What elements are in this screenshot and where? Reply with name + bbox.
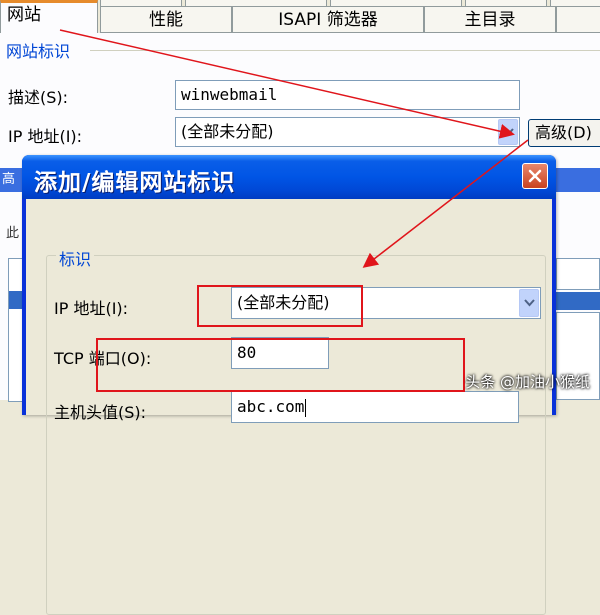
group-divider bbox=[90, 50, 600, 51]
dialog-title: 添加/编辑网站标识 bbox=[34, 170, 236, 196]
advanced-button[interactable]: 高级(D) bbox=[528, 119, 600, 147]
close-button[interactable] bbox=[522, 163, 548, 189]
description-input[interactable]: winwebmail bbox=[175, 80, 520, 110]
watermark: 头条 @加油小猴纸 bbox=[465, 373, 590, 391]
background-list-selected bbox=[9, 291, 23, 309]
close-icon bbox=[528, 169, 542, 183]
background-label: 此 bbox=[6, 226, 20, 241]
dialog-titlebar[interactable]: 添加/编辑网站标识 bbox=[22, 155, 556, 199]
tab-strip: 网站 性能 ISAPI 筛选器 主目录 bbox=[0, 0, 600, 36]
tab-website[interactable]: 网站 bbox=[0, 0, 98, 34]
dialog-ip-value: (全部未分配) bbox=[237, 293, 330, 312]
chevron-down-icon[interactable] bbox=[519, 289, 539, 317]
description-label: 描述(S): bbox=[8, 88, 69, 107]
ip-address-value: (全部未分配) bbox=[181, 122, 274, 141]
background-right-titlebar bbox=[556, 168, 600, 192]
site-identity-group-title: 网站标识 bbox=[6, 42, 71, 61]
ip-address-select[interactable]: (全部未分配) bbox=[175, 117, 520, 147]
background-right-field[interactable] bbox=[556, 258, 600, 290]
text-cursor bbox=[305, 398, 307, 417]
host-header-input[interactable]: abc.com bbox=[231, 391, 519, 423]
dialog-ip-label: IP 地址(I): bbox=[54, 299, 129, 318]
tcp-port-label: TCP 端口(O): bbox=[54, 349, 152, 368]
background-window-titlebar: 高 bbox=[0, 168, 22, 192]
dialog-ip-select[interactable]: (全部未分配) bbox=[231, 287, 541, 319]
background-right-selected bbox=[556, 292, 600, 310]
host-header-label: 主机头值(S): bbox=[54, 403, 147, 422]
tab-more[interactable] bbox=[556, 6, 600, 33]
background-window-title: 高 bbox=[2, 172, 16, 187]
chevron-down-icon[interactable] bbox=[498, 119, 518, 145]
tab-isapi-filters[interactable]: ISAPI 筛选器 bbox=[232, 6, 424, 33]
identity-group-title: 标识 bbox=[56, 246, 95, 270]
tab-home-directory[interactable]: 主目录 bbox=[424, 6, 556, 33]
tcp-port-input[interactable]: 80 bbox=[231, 337, 329, 369]
ip-address-label: IP 地址(I): bbox=[8, 127, 83, 146]
tab-performance[interactable]: 性能 bbox=[100, 6, 232, 33]
